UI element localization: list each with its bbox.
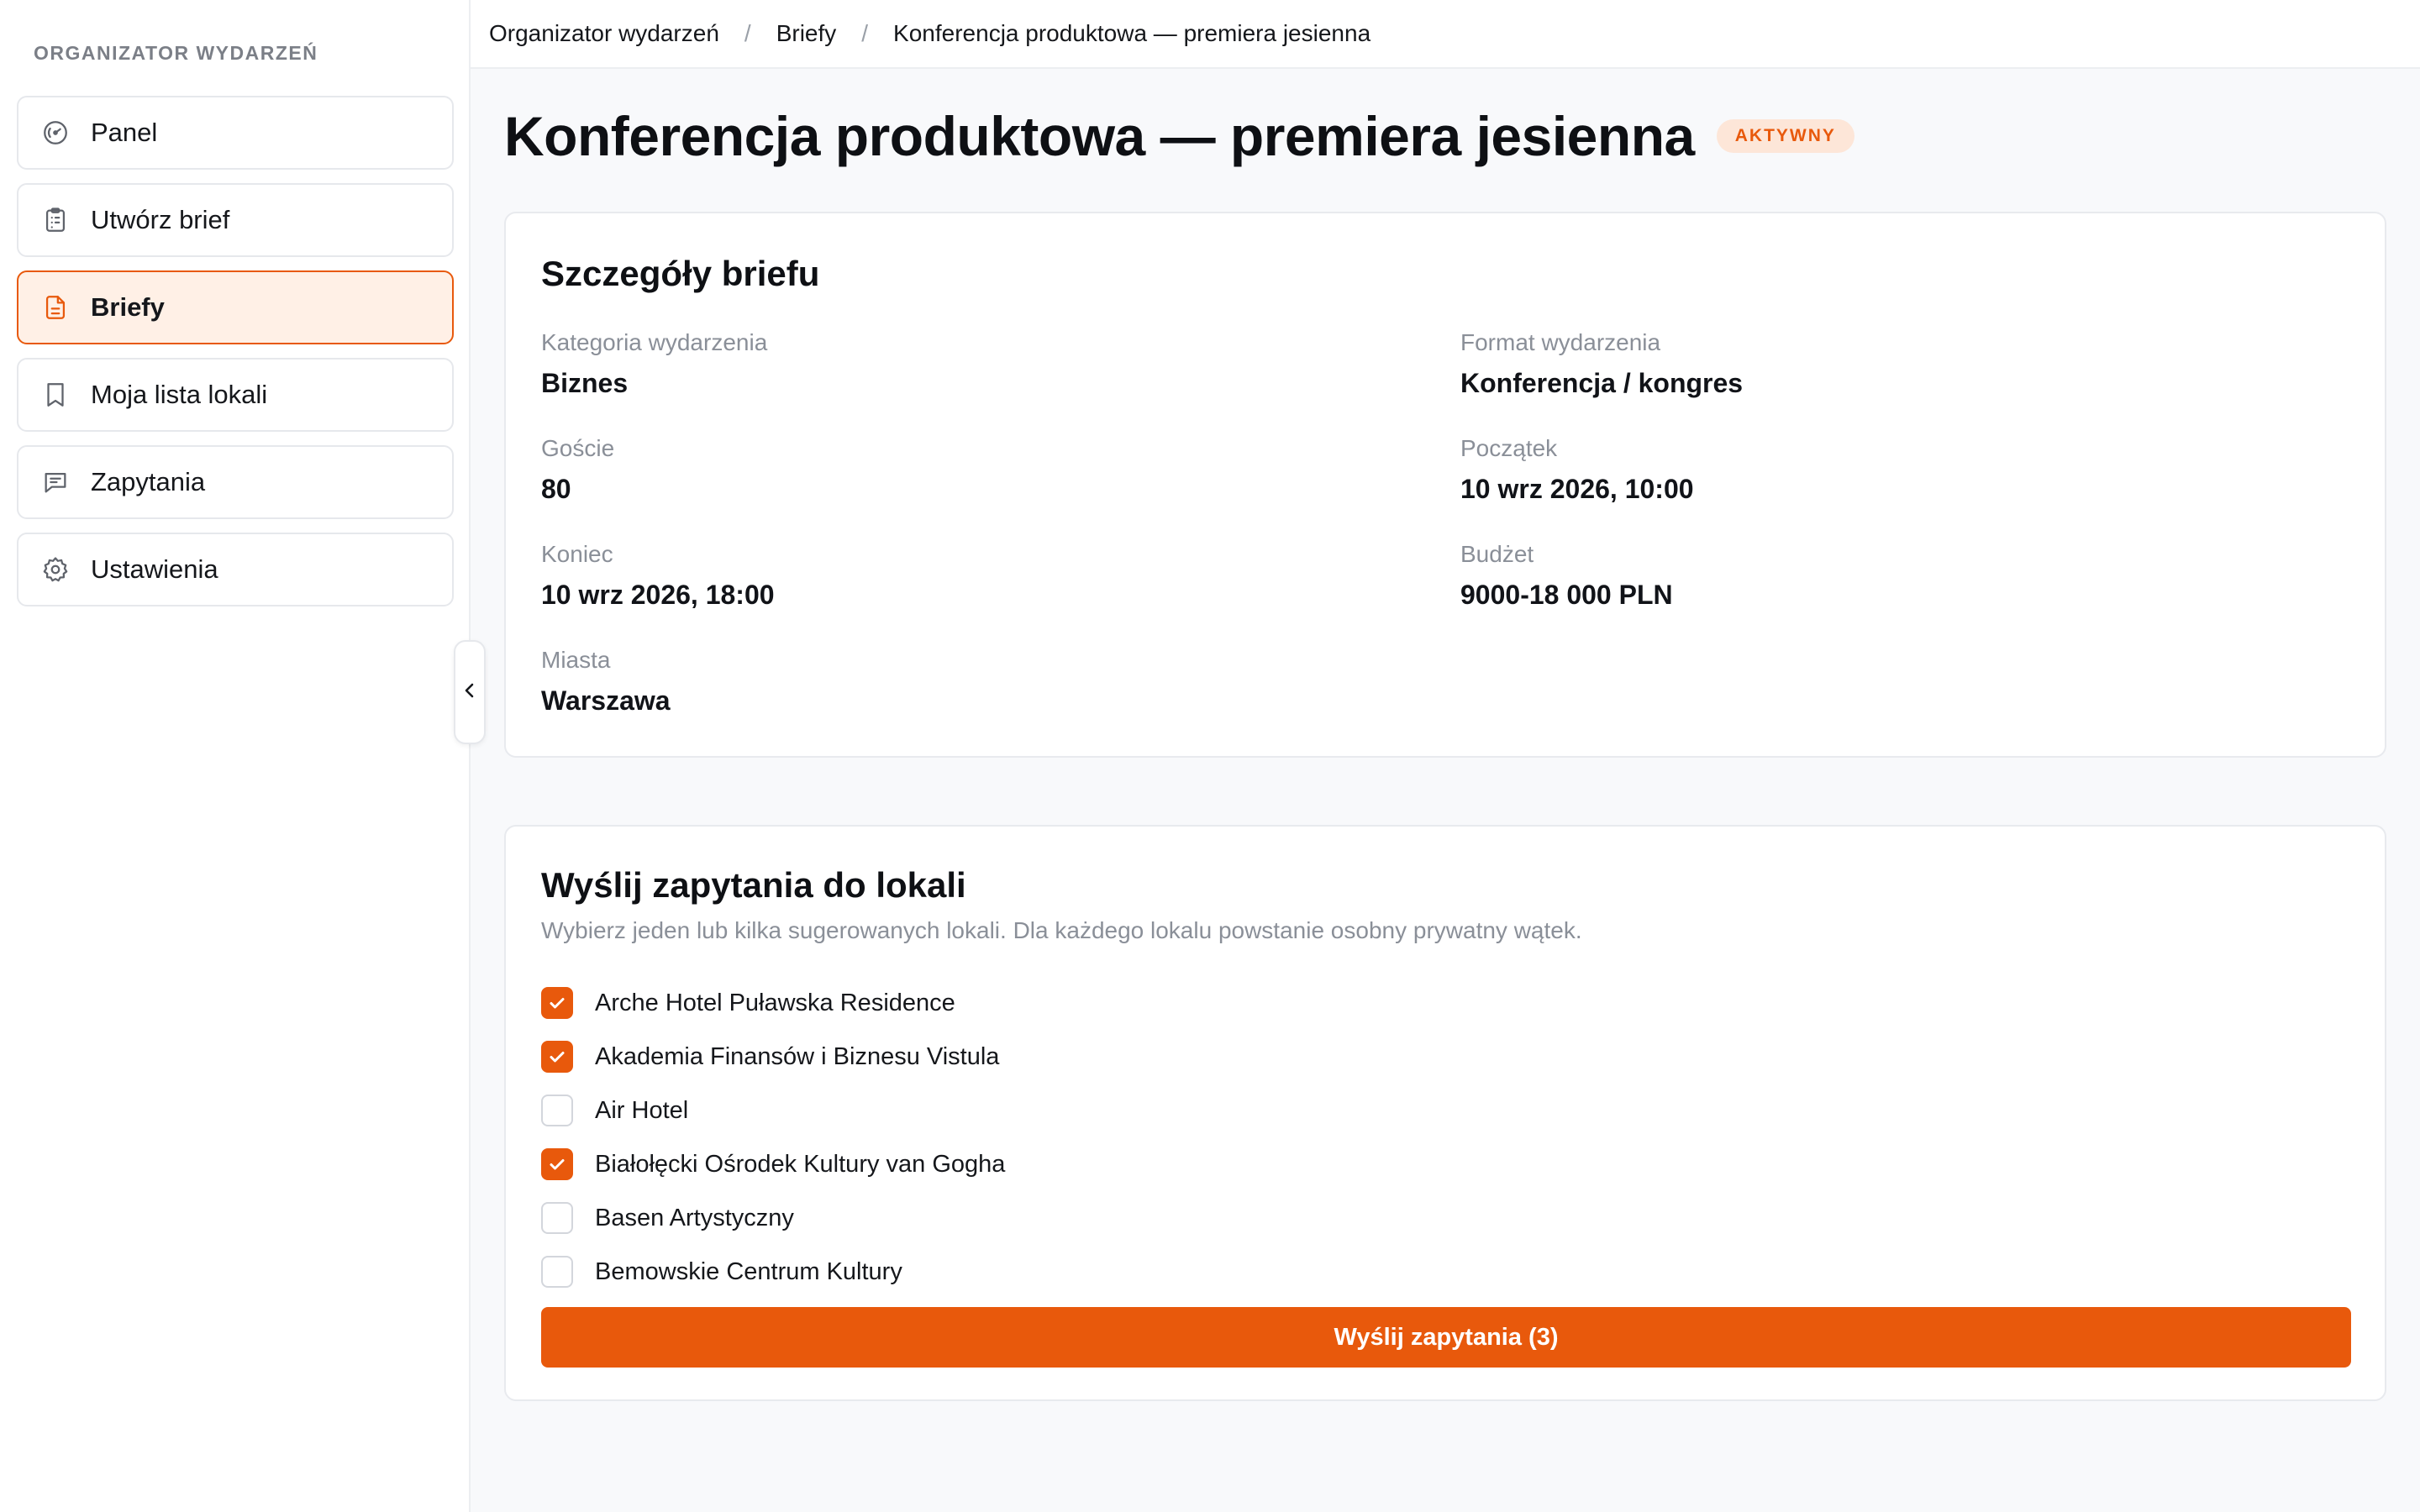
brief-details-card: Szczegóły briefu Kategoria wydarzenia Bi…: [504, 212, 2386, 758]
venue-checkbox[interactable]: [541, 1202, 573, 1234]
collapse-sidebar-button[interactable]: [454, 640, 486, 744]
card-title: Szczegóły briefu: [541, 254, 820, 293]
field-value: 9000-18 000 PLN: [1460, 580, 1673, 610]
venue-checkbox[interactable]: [541, 987, 573, 1019]
send-inquiries-card: Wyślij zapytania do lokali Wybierz jeden…: [504, 825, 2386, 1401]
breadcrumb-item-briefs[interactable]: Briefy: [776, 20, 837, 47]
field-value: Konferencja / kongres: [1460, 368, 1744, 398]
venue-label: Arche Hotel Puławska Residence: [595, 989, 955, 1016]
page-header: Konferencja produktowa — premiera jesien…: [504, 104, 1854, 168]
sidebar-heading: ORGANIZATOR WYDARZEŃ: [34, 42, 318, 64]
sidebar-item-briefs[interactable]: Briefy: [17, 270, 454, 344]
venue-label: Białołęcki Ośrodek Kultury van Gogha: [595, 1150, 1006, 1178]
venue-list: Arche Hotel Puławska Residence Akademia F…: [541, 976, 1005, 1299]
field-start: Początek 10 wrz 2026, 10:00: [1460, 435, 1694, 505]
venue-label: Basen Artystyczny: [595, 1204, 794, 1231]
sidebar-item-label: Panel: [91, 118, 158, 147]
sidebar: ORGANIZATOR WYDARZEŃ Panel Utwórz brief …: [0, 0, 471, 1512]
page-title: Konferencja produktowa — premiera jesien…: [504, 105, 1695, 167]
venue-option[interactable]: Białołęcki Ośrodek Kultury van Gogha: [541, 1137, 1005, 1191]
field-label: Goście: [541, 435, 615, 461]
field-label: Miasta: [541, 647, 611, 673]
sidebar-item-panel[interactable]: Panel: [17, 96, 454, 170]
field-value: 10 wrz 2026, 10:00: [1460, 474, 1694, 504]
venue-option[interactable]: Bemowskie Centrum Kultury: [541, 1245, 1005, 1299]
venue-label: Bemowskie Centrum Kultury: [595, 1257, 902, 1285]
breadcrumb-separator: /: [861, 20, 869, 46]
venue-option[interactable]: Air Hotel: [541, 1084, 1005, 1137]
field-event-category: Kategoria wydarzenia Biznes: [541, 329, 767, 399]
sidebar-item-create-brief[interactable]: Utwórz brief: [17, 183, 454, 257]
field-label: Kategoria wydarzenia: [541, 329, 768, 355]
venue-checkbox[interactable]: [541, 1041, 573, 1073]
field-cities: Miasta Warszawa: [541, 647, 671, 717]
venue-label: Air Hotel: [595, 1096, 689, 1124]
field-label: Koniec: [541, 541, 613, 567]
field-value: Biznes: [541, 368, 629, 398]
chevron-left-icon: [462, 680, 477, 705]
breadcrumb-separator: /: [744, 20, 751, 46]
field-value: 80: [541, 474, 571, 504]
sidebar-item-label: Moja lista lokali: [91, 380, 268, 409]
sidebar-item-venue-list[interactable]: Moja lista lokali: [17, 358, 454, 432]
field-label: Budżet: [1460, 541, 1534, 567]
venue-checkbox[interactable]: [541, 1148, 573, 1180]
field-end: Koniec 10 wrz 2026, 18:00: [541, 541, 775, 611]
breadcrumb: Organizator wydarzeń / Briefy / Konferen…: [471, 0, 2420, 69]
gear-icon: [40, 554, 71, 585]
sidebar-item-label: Briefy: [91, 292, 165, 322]
venue-option[interactable]: Akademia Finansów i Biznesu Vistula: [541, 1030, 1005, 1084]
bookmark-icon: [40, 380, 71, 410]
breadcrumb-item-organizer[interactable]: Organizator wydarzeń: [489, 20, 719, 47]
checkmark-icon: [550, 1052, 565, 1063]
field-event-format: Format wydarzenia Konferencja / kongres: [1460, 329, 1743, 399]
breadcrumb-item-current: Konferencja produktowa — premiera jesien…: [893, 20, 1371, 46]
checkmark-icon: [550, 1159, 565, 1170]
field-label: Początek: [1460, 435, 1558, 461]
venue-label: Akademia Finansów i Biznesu Vistula: [595, 1042, 1000, 1070]
checkmark-icon: [550, 998, 565, 1009]
send-inquiries-button[interactable]: Wyślij zapytania (3): [541, 1307, 2351, 1368]
venue-option[interactable]: Arche Hotel Puławska Residence: [541, 976, 1005, 1030]
document-icon: [40, 292, 71, 323]
venue-checkbox[interactable]: [541, 1256, 573, 1288]
field-value: Warszawa: [541, 685, 671, 716]
field-guests: Goście 80: [541, 435, 614, 505]
field-budget: Budżet 9000-18 000 PLN: [1460, 541, 1673, 611]
venue-checkbox[interactable]: [541, 1095, 573, 1126]
status-badge: AKTYWNY: [1716, 119, 1854, 153]
sidebar-nav: Panel Utwórz brief Briefy Moja lista lok…: [17, 96, 454, 620]
gauge-icon: [40, 118, 71, 148]
sidebar-item-label: Ustawienia: [91, 554, 218, 584]
message-icon: [40, 467, 71, 497]
sidebar-item-inquiries[interactable]: Zapytania: [17, 445, 454, 519]
card-title: Wyślij zapytania do lokali: [541, 865, 966, 905]
field-label: Format wydarzenia: [1460, 329, 1661, 355]
card-description: Wybierz jeden lub kilka sugerowanych lok…: [541, 917, 1582, 943]
field-value: 10 wrz 2026, 18:00: [541, 580, 775, 610]
venue-option[interactable]: Basen Artystyczny: [541, 1191, 1005, 1245]
sidebar-item-label: Zapytania: [91, 467, 206, 496]
sidebar-item-label: Utwórz brief: [91, 205, 230, 234]
clipboard-icon: [40, 205, 71, 235]
sidebar-item-settings[interactable]: Ustawienia: [17, 533, 454, 606]
